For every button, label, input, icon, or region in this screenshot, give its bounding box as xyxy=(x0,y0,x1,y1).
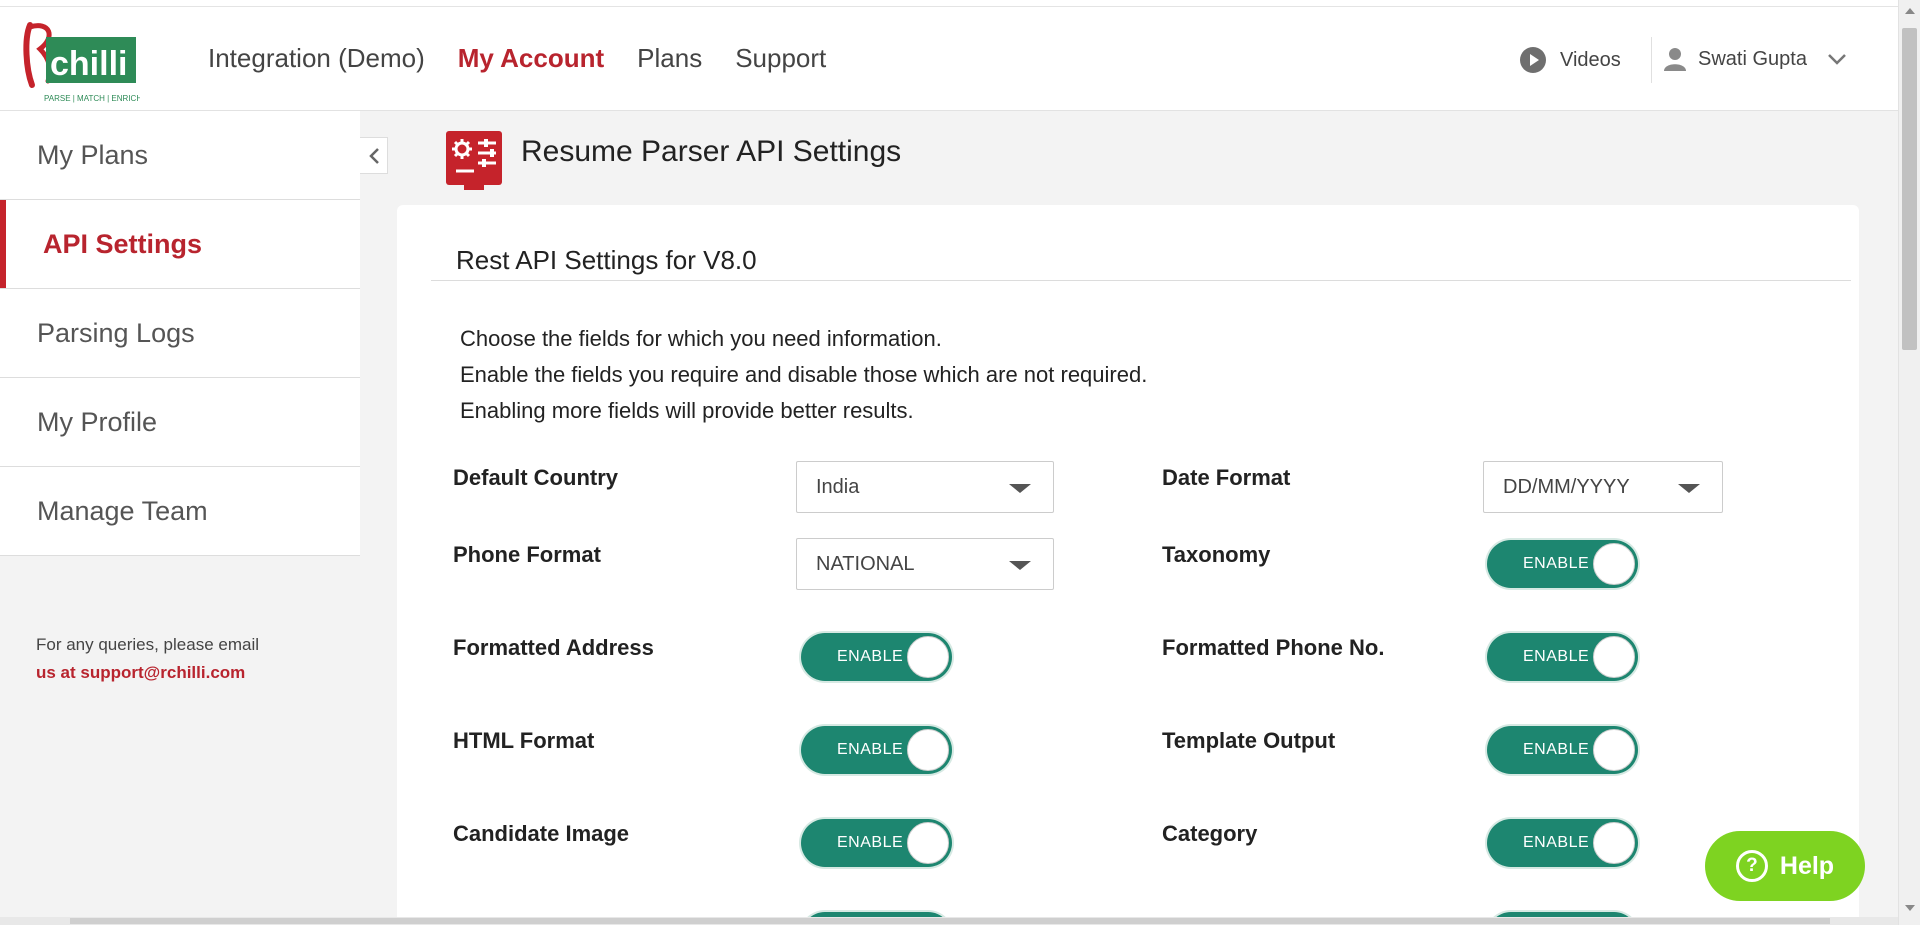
taxonomy-toggle[interactable]: ENABLE xyxy=(1487,540,1638,588)
help-button[interactable]: ? Help xyxy=(1705,831,1865,901)
scroll-up-arrow-icon[interactable] xyxy=(1905,8,1915,14)
date-format-label: Date Format xyxy=(1162,465,1291,490)
user-icon xyxy=(1664,48,1686,71)
category-label: Category xyxy=(1162,821,1258,846)
toggle-knob xyxy=(1593,543,1635,585)
monitor-stand xyxy=(464,185,484,190)
toggle-knob xyxy=(907,729,949,771)
browser-top-edge xyxy=(0,0,1898,7)
support-contact: For any queries, please email us at supp… xyxy=(36,631,259,687)
candidate-image-toggle[interactable]: ENABLE xyxy=(801,819,952,867)
formatted-phone-label: Formatted Phone No. xyxy=(1162,635,1385,660)
sidebar-item-label: Parsing Logs xyxy=(37,317,195,348)
toggle-state: ENABLE xyxy=(1523,834,1590,851)
sidebar-item-label: My Profile xyxy=(37,406,158,437)
support-email-link[interactable]: us at support@rchilli.com xyxy=(36,659,259,687)
default-country-select[interactable]: India xyxy=(796,461,1054,513)
divider xyxy=(431,280,1851,281)
sidebar-item-parsing-logs[interactable]: Parsing Logs xyxy=(0,289,360,378)
candidate-image-label: Candidate Image xyxy=(453,821,630,846)
template-output-toggle[interactable]: ENABLE xyxy=(1487,726,1638,774)
toggle-state: ENABLE xyxy=(837,648,904,665)
intro-text: Choose the fields for which you need inf… xyxy=(460,321,1147,429)
sidebar-item-label: API Settings xyxy=(43,228,203,259)
date-format-value: DD/MM/YYYY xyxy=(1503,475,1630,498)
template-output-label: Template Output xyxy=(1162,728,1336,753)
toggle-knob xyxy=(907,636,949,678)
question-icon: ? xyxy=(1735,850,1768,882)
nav-support[interactable]: Support xyxy=(735,43,826,74)
header-divider xyxy=(1651,37,1652,83)
formatted-address-label: Formatted Address xyxy=(453,635,654,660)
settings-monitor-icon xyxy=(446,131,502,185)
sidebar-item-my-plans[interactable]: My Plans xyxy=(0,111,360,200)
nav-my-account[interactable]: My Account xyxy=(458,43,604,74)
vertical-scrollbar[interactable] xyxy=(1898,0,1920,925)
toggle-knob xyxy=(1593,636,1635,678)
scroll-down-arrow-icon[interactable] xyxy=(1905,905,1915,911)
toggle-knob xyxy=(907,822,949,864)
toggle-state: ENABLE xyxy=(1523,741,1590,758)
sidebar-item-label: My Plans xyxy=(37,139,149,170)
horizontal-scrollbar[interactable] xyxy=(0,917,1898,925)
toggle-knob xyxy=(1593,822,1635,864)
logo-wordmark: chilli xyxy=(50,45,127,83)
videos-link[interactable]: Videos xyxy=(1520,47,1621,73)
horizontal-scroll-thumb[interactable] xyxy=(70,918,1830,924)
rchilli-logo[interactable]: chilli PARSE | MATCH | ENRICH xyxy=(22,19,142,109)
chevron-left-icon xyxy=(368,147,379,164)
sidebar-item-api-settings[interactable]: API Settings xyxy=(0,200,360,289)
phone-format-label: Phone Format xyxy=(453,542,601,567)
contact-text: For any queries, please email xyxy=(36,635,260,654)
page-title: Resume Parser API Settings xyxy=(521,135,902,168)
main-nav: Integration (Demo) My Account Plans Supp… xyxy=(208,43,826,74)
toggle-state: ENABLE xyxy=(837,834,904,851)
taxonomy-label: Taxonomy xyxy=(1162,542,1271,567)
vertical-scroll-thumb[interactable] xyxy=(1902,28,1917,350)
sidebar: My Plans API Settings Parsing Logs My Pr… xyxy=(0,111,360,925)
caret-down-icon xyxy=(1009,561,1031,570)
phone-format-select[interactable]: NATIONAL xyxy=(796,538,1054,590)
intro-line: Enable the fields you require and disabl… xyxy=(460,362,1148,387)
nav-plans[interactable]: Plans xyxy=(637,43,702,74)
sidebar-item-label: Manage Team xyxy=(37,495,208,526)
sidebar-item-manage-team[interactable]: Manage Team xyxy=(0,467,360,556)
formatted-phone-toggle[interactable]: ENABLE xyxy=(1487,633,1638,681)
toggle-state: ENABLE xyxy=(1523,555,1590,572)
toggle-state: ENABLE xyxy=(1523,648,1590,665)
settings-card: Rest API Settings for V8.0 Choose the fi… xyxy=(397,205,1859,925)
chevron-down-icon xyxy=(1828,54,1846,65)
caret-down-icon xyxy=(1009,484,1031,493)
formatted-address-toggle[interactable]: ENABLE xyxy=(801,633,952,681)
intro-line: Enabling more fields will provide better… xyxy=(460,398,914,423)
category-toggle[interactable]: ENABLE xyxy=(1487,819,1638,867)
default-country-label: Default Country xyxy=(453,465,618,490)
sidebar-collapse-button[interactable] xyxy=(360,137,388,174)
html-format-label: HTML Format xyxy=(453,728,595,753)
help-label: Help xyxy=(1779,851,1835,880)
play-icon xyxy=(1520,47,1546,73)
date-format-select[interactable]: DD/MM/YYYY xyxy=(1483,461,1723,513)
card-title: Rest API Settings for V8.0 xyxy=(456,245,757,275)
caret-down-icon xyxy=(1678,484,1700,493)
user-menu[interactable]: Swati Gupta xyxy=(1664,47,1847,71)
toggle-knob xyxy=(1593,729,1635,771)
user-name: Swati Gupta xyxy=(1698,47,1807,70)
top-header: chilli PARSE | MATCH | ENRICH Integratio… xyxy=(0,7,1898,111)
sidebar-item-my-profile[interactable]: My Profile xyxy=(0,378,360,467)
logo-tagline: PARSE | MATCH | ENRICH xyxy=(44,94,140,103)
phone-format-value: NATIONAL xyxy=(816,552,915,575)
default-country-value: India xyxy=(816,475,860,498)
toggle-state: ENABLE xyxy=(837,741,904,758)
html-format-toggle[interactable]: ENABLE xyxy=(801,726,952,774)
videos-label: Videos xyxy=(1560,48,1621,71)
intro-line: Choose the fields for which you need inf… xyxy=(460,326,942,351)
nav-integration-demo[interactable]: Integration (Demo) xyxy=(208,43,425,74)
